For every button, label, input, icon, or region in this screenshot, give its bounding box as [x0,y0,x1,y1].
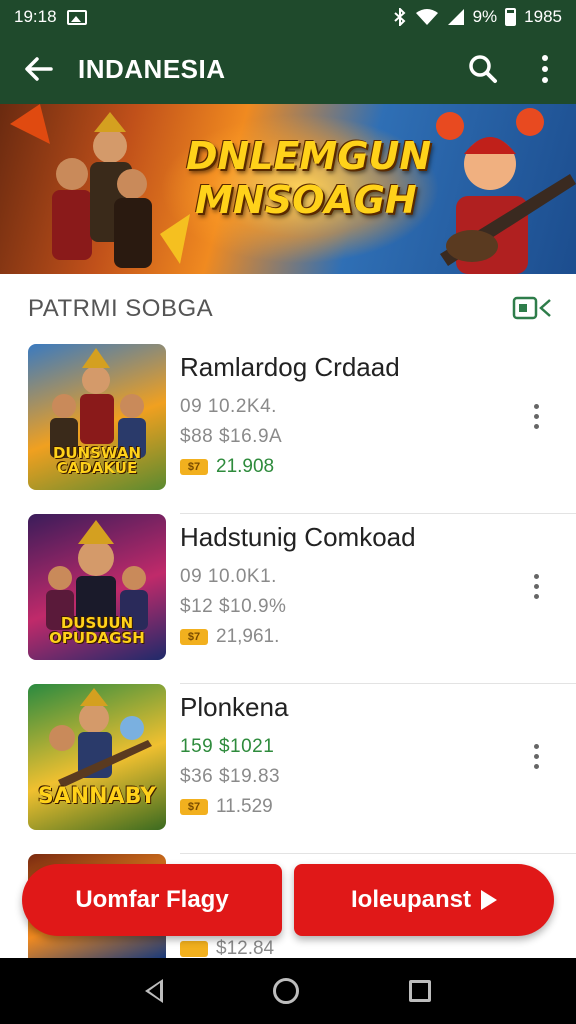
nav-back-button[interactable] [145,979,163,1003]
item-more-button[interactable] [534,744,539,769]
play-button-label: Ioleupanst [350,886,471,913]
item-price: $12.84 [180,938,274,960]
battery-icon [505,8,517,26]
item-meta-line1: 159 $1021 [180,736,275,757]
item-meta-line2: $36 $19.83 [180,766,281,787]
app-screen: 19:18 9% 1985 INDANESIA DNLEMGUN MNSOAGH… [0,0,576,1024]
search-icon [469,55,497,83]
play-icon [481,890,497,910]
search-button[interactable] [452,34,514,104]
banner-title: DNLEMGUN MNSOAGH [186,134,432,222]
item-price: $7 11.529 [180,796,273,818]
item-thumbnail: DUNSWAN CADAKUE [28,344,166,490]
item-thumbnail: SANNABY [28,684,166,830]
banner-title-line2: MNSOAGH [195,178,417,222]
back-button[interactable] [0,34,78,104]
coin-icon [180,941,208,957]
wifi-icon [415,9,438,25]
section-title: PATRMI SOBGA [28,295,214,322]
list-item[interactable]: DUSUUN OPUDAGSH Hadstunig Comkoad 09 10.… [0,514,576,684]
more-vert-icon [542,55,548,83]
item-price-value: 11.529 [216,796,273,817]
thumbnail-label: DUSUUN OPUDAGSH [49,614,145,647]
item-price: $7 21.908 [180,456,274,478]
system-nav-bar [0,958,576,1024]
item-title: Hadstunig Comkoad [180,522,416,552]
status-clock-right: 1985 [524,7,562,26]
item-price-value: 21.908 [216,456,275,477]
banner-guitarist-illustration [436,108,576,274]
signal-icon [447,9,464,25]
more-options-button[interactable] [514,34,576,104]
list-item[interactable]: SANNABY Plonkena 159 $1021 $36 $19.83 $7… [0,684,576,854]
play-button[interactable]: Ioleupanst [294,864,554,936]
item-more-button[interactable] [534,574,539,599]
item-price: $7 21,961. [180,626,279,648]
item-meta-line2: $88 $16.9A [180,426,283,447]
thumbnail-label: SANNABY [37,784,157,809]
page-title: INDANESIA [78,53,226,84]
section-header: PATRMI SOBGA [0,274,576,344]
primary-action-button[interactable]: Uomfar Flagy [22,864,282,936]
item-meta-line1: 09 10.2K4. [180,396,277,417]
bluetooth-icon [393,8,406,26]
status-time: 19:18 [14,7,57,26]
app-bar: INDANESIA [0,34,576,104]
nav-recents-button[interactable] [409,980,431,1002]
item-more-button[interactable] [534,404,539,429]
nav-home-icon [273,978,299,1004]
nav-recents-icon [409,980,431,1002]
banner-characters-illustration [10,104,190,268]
primary-action-label: Uomfar Flagy [75,886,229,913]
cast-button[interactable] [512,294,552,324]
item-thumbnail: DUSUUN OPUDAGSH [28,514,166,660]
promo-banner[interactable]: DNLEMGUN MNSOAGH [0,104,576,274]
item-title: Plonkena [180,692,289,722]
thumbnail-label: DUNSWAN CADAKUE [52,444,142,477]
banner-title-line1: DNLEMGUN [186,134,432,178]
battery-percent: 9% [472,7,498,26]
coin-icon: $7 [180,629,208,645]
arrow-left-icon [25,57,53,81]
item-price-value: $12.84 [216,938,275,959]
item-meta-line2: $12 $10.9% [180,596,287,617]
nav-back-icon [145,979,163,1003]
list-item[interactable]: DUNSWAN CADAKUE Ramlardog Crdaad 09 10.2… [0,344,576,514]
gallery-icon [66,9,87,25]
nav-home-button[interactable] [273,978,299,1004]
cast-icon [512,296,551,320]
item-meta-line1: 09 10.0K1. [180,566,277,587]
status-bar: 19:18 9% 1985 [0,0,576,34]
coin-icon: $7 [180,459,208,475]
item-price-value: 21,961. [216,626,280,647]
coin-icon: $7 [180,799,208,815]
item-title: Ramlardog Crdaad [180,352,400,382]
